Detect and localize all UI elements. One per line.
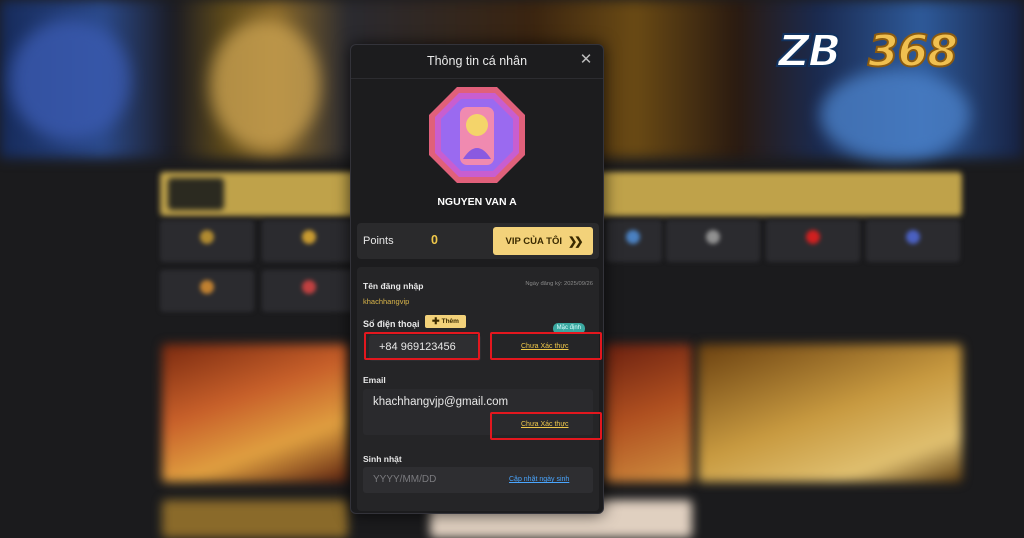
my-vip-button[interactable]: VIP CỦA TÔI ❯❯ xyxy=(493,227,593,255)
default-badge: Mặc định xyxy=(552,323,585,334)
site-logo: ZB 368 xyxy=(777,25,996,82)
email-label: Email xyxy=(363,375,386,385)
add-phone-button[interactable]: ✚ Thêm xyxy=(425,315,466,328)
vip-button-label: VIP CỦA TÔI xyxy=(505,235,563,247)
login-name-value: khachhangvip xyxy=(363,297,410,306)
birthday-placeholder: YYYY/MM/DD xyxy=(373,474,437,485)
banner-character-mid xyxy=(210,20,320,150)
birthday-label: Sinh nhật xyxy=(363,454,402,464)
avatar xyxy=(429,87,525,183)
email-field[interactable]: khachhangvjp@gmail.com xyxy=(363,389,593,435)
register-date: Ngày đăng ký: 2025/09/26 xyxy=(525,281,593,287)
game-tile xyxy=(160,220,254,262)
account-info-card: Tên đăng nhập Ngày đăng ký: 2025/09/26 k… xyxy=(357,267,599,511)
game-tile xyxy=(606,220,662,262)
category-tab xyxy=(168,178,224,210)
game-card xyxy=(162,500,348,538)
email-value: khachhangvjp@gmail.com xyxy=(373,396,509,408)
game-card xyxy=(162,344,348,482)
game-tile xyxy=(262,270,356,312)
game-tile xyxy=(160,270,254,312)
plus-icon: ✚ xyxy=(432,316,440,326)
login-name-label: Tên đăng nhập xyxy=(363,281,424,291)
banner-character-right xyxy=(820,70,970,160)
profile-modal: Thông tin cá nhân ✕ NGUYEN VAN A Points … xyxy=(350,44,604,514)
update-birthday-link[interactable]: Cập nhật ngày sinh xyxy=(509,476,569,483)
logo-number: 368 xyxy=(867,25,959,78)
game-tile xyxy=(766,220,860,262)
banner-character-left xyxy=(10,20,130,140)
add-button-label: Thêm xyxy=(441,318,459,325)
points-label: Points xyxy=(363,235,394,247)
game-tile xyxy=(866,220,960,262)
modal-title: Thông tin cá nhân xyxy=(426,54,528,68)
username: NGUYEN VAN A xyxy=(437,196,517,208)
phone-label: Số điện thoại xyxy=(363,319,420,329)
phone-value: +84 969123456 xyxy=(379,341,456,353)
game-card xyxy=(604,344,692,482)
modal-header: Thông tin cá nhân ✕ xyxy=(351,45,603,79)
logo-zb: ZB xyxy=(777,25,842,78)
close-icon[interactable]: ✕ xyxy=(577,51,595,69)
phone-verify-link[interactable]: Chưa Xác thực xyxy=(521,343,569,350)
points-bar: Points 0 VIP CỦA TÔI ❯❯ xyxy=(357,223,599,259)
double-chevron-right-icon: ❯❯ xyxy=(568,235,584,248)
points-value: 0 xyxy=(431,233,438,247)
email-verify-link[interactable]: Chưa Xác thực xyxy=(521,421,569,428)
game-tile xyxy=(666,220,760,262)
game-tile xyxy=(262,220,356,262)
game-card xyxy=(698,344,962,482)
category-tab xyxy=(230,178,286,210)
phone-field[interactable]: +84 969123456 xyxy=(369,335,481,361)
